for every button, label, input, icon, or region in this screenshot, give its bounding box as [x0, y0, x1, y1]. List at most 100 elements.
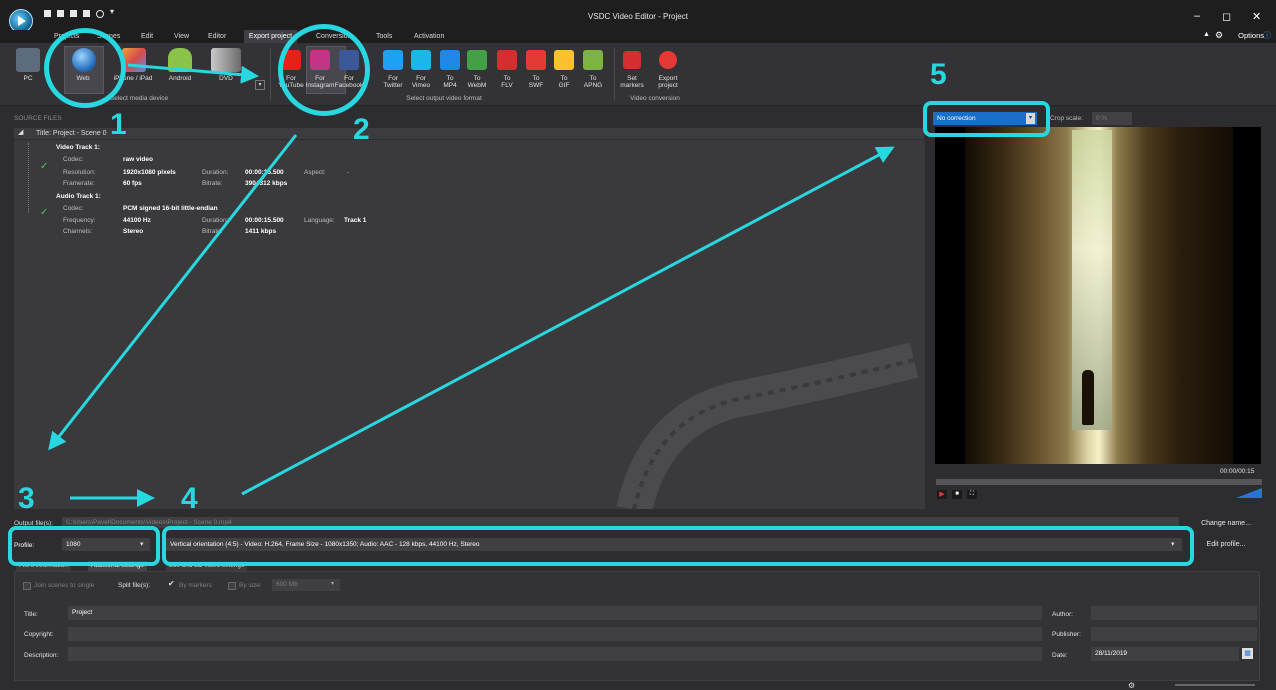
channels-label: Channels: [63, 228, 93, 235]
menu-activation[interactable]: Activation [414, 33, 444, 40]
framerate-label: Framerate: [63, 180, 95, 187]
audio-track-title: Audio Track 1: [56, 193, 101, 200]
duration-label: Duration: [202, 169, 229, 176]
source-files-panel [14, 140, 925, 509]
ribbon-separator [614, 48, 615, 100]
author-label: Author: [1052, 611, 1073, 618]
menu-view[interactable]: View [174, 33, 189, 40]
language-label: Language: [304, 217, 335, 224]
collapse-scene-icon[interactable]: ◢ [18, 128, 23, 136]
dvd-icon[interactable] [211, 48, 241, 72]
size-select[interactable]: 600 Mb [272, 579, 340, 591]
format-label: To WebM [467, 75, 487, 89]
timecode: 00:00/00:15 [1220, 468, 1255, 475]
menu-bar [0, 30, 1276, 43]
format-label: For Vimeo [411, 75, 431, 89]
apng-icon[interactable] [583, 50, 603, 70]
duration-value: 00:00:15.500 [245, 169, 284, 176]
minimize-button[interactable]: – [1194, 10, 1200, 22]
language-value: Track 1 [344, 217, 367, 224]
aspect-value: - [347, 169, 350, 176]
checkmark-icon: ✓ [40, 207, 49, 218]
calendar-icon[interactable]: ▦ [1242, 648, 1253, 659]
frequency-value: 44100 Hz [123, 217, 151, 224]
export-icon[interactable] [659, 51, 677, 69]
scene-row[interactable] [14, 128, 924, 139]
maximize-button[interactable]: ◻ [1222, 10, 1231, 23]
framerate-value: 60 fps [123, 180, 142, 187]
video-track-title: Video Track 1: [56, 144, 100, 151]
play-icon[interactable]: ▶ [937, 490, 947, 499]
source-files-header: SOURCE FILES [14, 115, 62, 122]
annotation-number-4: 4 [181, 482, 198, 515]
swf-icon[interactable] [526, 50, 546, 70]
split-files-label: Split file(s): [118, 582, 151, 589]
flv-icon[interactable] [497, 50, 517, 70]
preview-person [1082, 370, 1094, 425]
menu-editor[interactable]: Editor [208, 33, 226, 40]
gif-icon[interactable] [554, 50, 574, 70]
join-scenes-checkbox[interactable] [23, 582, 31, 590]
edit-profile-button[interactable]: Edit profile... [1192, 538, 1260, 552]
gear-icon[interactable]: ⚙ [1215, 30, 1223, 41]
zoom-slider[interactable] [1175, 684, 1255, 686]
audio-duration-value: 00:00:15.500 [245, 217, 284, 224]
conversion-label: Set markers [620, 75, 644, 89]
collapse-ribbon-icon[interactable]: ▲ [1203, 31, 1210, 38]
annotation-number-3: 3 [18, 482, 35, 515]
options-button[interactable]: Options [1238, 31, 1264, 40]
menu-tools[interactable]: Tools [376, 33, 392, 40]
annotation-number-5: 5 [930, 58, 947, 91]
marker-icon[interactable] [623, 51, 641, 69]
change-name-button[interactable]: Change name... [1192, 517, 1260, 531]
copyright-input[interactable] [68, 627, 1042, 641]
audio-bitrate-value: 1411 kbps [245, 228, 277, 235]
webm-icon[interactable] [467, 50, 487, 70]
vimeo-icon[interactable] [411, 50, 431, 70]
ribbon-separator [270, 48, 271, 100]
dvd-label: DVD [219, 75, 233, 82]
author-input[interactable] [1091, 606, 1257, 620]
info-icon[interactable]: ⓘ [1263, 30, 1271, 41]
crop-scale-input[interactable]: 0 % [1092, 112, 1132, 125]
audio-codec-value: PCM signed 16-bit little-endian [123, 205, 218, 212]
by-markers-label: By markers [179, 582, 212, 589]
by-size-label: By size: [239, 582, 262, 589]
by-size-checkbox[interactable] [228, 582, 236, 590]
format-label: To GIF [558, 75, 570, 89]
publisher-input[interactable] [1091, 627, 1257, 641]
copyright-label: Copyright: [24, 631, 54, 638]
resolution-label: Resolution: [63, 169, 96, 176]
film-strip-watermark [616, 342, 919, 509]
checkmark-icon: ✓ [40, 161, 49, 172]
fullscreen-icon[interactable]: ⛶ [967, 490, 977, 499]
audio-duration-label: Duration: [202, 217, 229, 224]
size-dropdown-icon[interactable]: ▾ [331, 580, 334, 587]
annotation-rect-5 [923, 101, 1050, 137]
scene-title: Title: Project - Scene 0 [36, 130, 107, 137]
stop-icon[interactable]: ■ [952, 490, 962, 499]
devices-more-icon[interactable]: ▾ [255, 80, 265, 90]
android-icon[interactable] [168, 48, 192, 72]
title-input[interactable]: Project [68, 606, 1042, 620]
conversion-label: Export project [658, 75, 678, 89]
by-markers-checkbox[interactable]: ✔ [168, 579, 175, 588]
conversion-group-label: Video conversion [630, 95, 680, 102]
annotation-circle-1 [44, 28, 126, 108]
date-label: Date: [1052, 652, 1068, 659]
date-input[interactable]: 28/11/2019 [1091, 647, 1239, 661]
audio-bitrate-label: Bitrate: [202, 228, 223, 235]
seek-bar[interactable] [936, 479, 1262, 485]
annotation-number-1: 1 [110, 108, 127, 141]
menu-edit[interactable]: Edit [141, 33, 153, 40]
description-input[interactable] [68, 647, 1042, 661]
format-label: To FLV [501, 75, 513, 89]
twitter-icon[interactable] [383, 50, 403, 70]
volume-icon[interactable] [1236, 488, 1262, 498]
aspect-label: Aspect: [304, 169, 326, 176]
bitrate-label: Bitrate: [202, 180, 223, 187]
close-button[interactable]: ✕ [1252, 10, 1261, 23]
mp4-icon[interactable] [440, 50, 460, 70]
bitrate-value: 3904312 kbps [245, 180, 288, 187]
pc-icon[interactable] [16, 48, 40, 72]
